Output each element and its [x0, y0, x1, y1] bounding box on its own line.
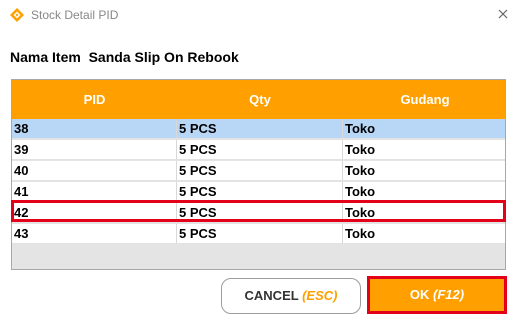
ok-button[interactable]: OK (F12): [367, 276, 507, 314]
column-header-pid[interactable]: PID: [12, 92, 177, 107]
app-logo-icon: [10, 8, 24, 22]
column-header-gudang[interactable]: Gudang: [343, 92, 505, 107]
cell-qty: 5 PCS: [177, 119, 343, 139]
close-icon[interactable]: [494, 5, 512, 23]
column-header-qty[interactable]: Qty: [177, 92, 343, 107]
cell-pid: 38: [12, 119, 177, 139]
cell-qty: 5 PCS: [177, 140, 343, 160]
cell-pid: 40: [12, 161, 177, 181]
stock-grid[interactable]: PID Qty Gudang 38 5 PCS Toko 39 5 PCS Toko 40 5…: [11, 79, 506, 270]
cell-gudang: Toko: [343, 224, 505, 244]
cell-qty: 5 PCS: [177, 203, 343, 223]
item-label: Nama Item: [10, 49, 81, 65]
cancel-button[interactable]: CANCEL (ESC): [221, 278, 361, 314]
cell-qty: 5 PCS: [177, 224, 343, 244]
table-row[interactable]: 42 5 PCS Toko: [12, 203, 505, 223]
cell-gudang: Toko: [343, 161, 505, 181]
cell-pid: 42: [12, 203, 177, 223]
table-row[interactable]: 39 5 PCS Toko: [12, 140, 505, 160]
table-row[interactable]: 41 5 PCS Toko: [12, 182, 505, 202]
window-title: Stock Detail PID: [31, 8, 119, 22]
cell-gudang: Toko: [343, 203, 505, 223]
cancel-label: CANCEL: [244, 288, 299, 303]
title-bar: Stock Detail PID: [0, 0, 517, 30]
table-row[interactable]: 38 5 PCS Toko: [12, 119, 505, 139]
cell-gudang: Toko: [343, 119, 505, 139]
item-name-value: Sanda Slip On Rebook: [88, 49, 239, 65]
table-row[interactable]: 43 5 PCS Toko: [12, 224, 505, 244]
ok-shortcut: (F12): [433, 287, 465, 302]
item-name-line: Nama Item Sanda Slip On Rebook: [10, 49, 239, 65]
cancel-shortcut: (ESC): [302, 288, 338, 303]
table-row[interactable]: 40 5 PCS Toko: [12, 161, 505, 181]
cell-qty: 5 PCS: [177, 182, 343, 202]
cell-gudang: Toko: [343, 182, 505, 202]
cell-gudang: Toko: [343, 140, 505, 160]
cell-qty: 5 PCS: [177, 161, 343, 181]
cell-pid: 41: [12, 182, 177, 202]
cell-pid: 39: [12, 140, 177, 160]
grid-header: PID Qty Gudang: [12, 80, 505, 119]
ok-label: OK: [409, 287, 430, 302]
cell-pid: 43: [12, 224, 177, 244]
